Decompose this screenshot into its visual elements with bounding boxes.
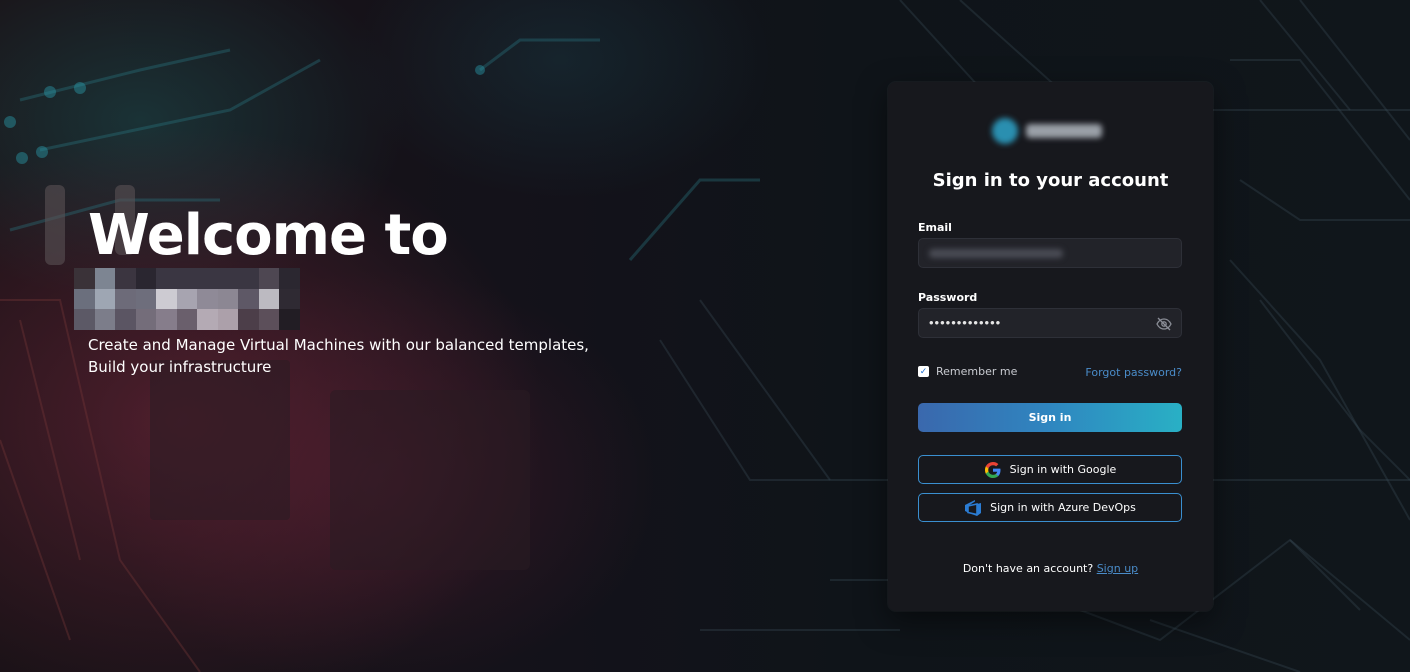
- signup-row: Don't have an account? Sign up: [888, 562, 1213, 575]
- remember-me-checkbox[interactable]: ✓: [918, 366, 929, 377]
- signup-prompt: Don't have an account?: [962, 562, 1094, 575]
- password-field[interactable]: •••••••••••••: [918, 308, 1182, 338]
- logo-mark-icon: [992, 118, 1018, 144]
- password-label: Password: [918, 291, 978, 304]
- hero-welcome-title: Welcome to: [88, 203, 449, 268]
- email-label: Email: [918, 221, 952, 234]
- hero-subtitle-line2: Build your infrastructure: [88, 358, 272, 376]
- google-icon: [984, 461, 1002, 479]
- remember-me-row: ✓ Remember me: [918, 365, 1017, 378]
- email-value-blurred: [929, 249, 1063, 258]
- remember-me-label: Remember me: [936, 365, 1018, 378]
- login-title: Sign in to your account: [932, 170, 1169, 191]
- sign-in-button[interactable]: Sign in: [918, 403, 1182, 432]
- azure-devops-sign-in-button[interactable]: Sign in with Azure DevOps: [918, 493, 1182, 522]
- eye-off-icon[interactable]: [1156, 317, 1172, 331]
- hero-subtitle: Create and Manage Virtual Machines with …: [88, 334, 589, 378]
- logo-wordmark: [1026, 124, 1102, 138]
- checkbox-check-icon: ✓: [919, 366, 928, 376]
- hero-subtitle-line1: Create and Manage Virtual Machines with …: [88, 336, 589, 354]
- pixelated-brand-name: [74, 268, 300, 330]
- forgot-password-link[interactable]: Forgot password?: [1085, 366, 1182, 379]
- google-button-label: Sign in with Google: [1009, 463, 1117, 476]
- email-field[interactable]: [918, 238, 1182, 268]
- google-sign-in-button[interactable]: Sign in with Google: [918, 455, 1182, 484]
- brand-logo: [992, 116, 1110, 146]
- password-value: •••••••••••••: [929, 315, 1002, 330]
- azure-devops-icon: [964, 499, 982, 516]
- azure-button-label: Sign in with Azure DevOps: [990, 501, 1136, 514]
- sign-up-link[interactable]: Sign up: [1097, 562, 1138, 575]
- login-card: Sign in to your account Email Password •…: [888, 82, 1213, 611]
